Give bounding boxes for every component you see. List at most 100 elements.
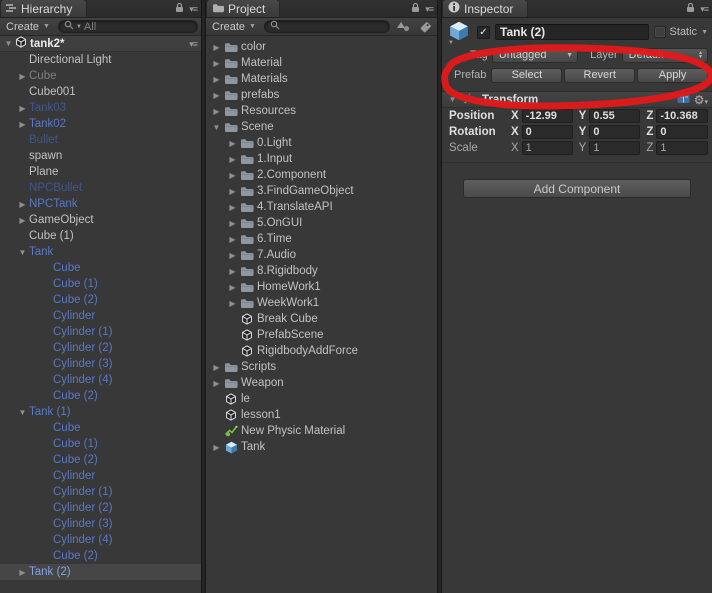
collapsed-triangle-icon[interactable]: ▶	[226, 171, 239, 180]
hierarchy-item-cylinder[interactable]: Cylinder	[0, 308, 201, 324]
hierarchy-item-cylinder[interactable]: Cylinder	[0, 468, 201, 484]
revert-button[interactable]: Revert	[564, 68, 635, 83]
collapsed-triangle-icon[interactable]: ▶	[210, 443, 223, 452]
hierarchy-item-tank[interactable]: ▼Tank	[0, 244, 201, 260]
collapsed-triangle-icon[interactable]: ▶	[226, 203, 239, 212]
collapsed-triangle-icon[interactable]: ▶	[16, 568, 29, 577]
expanded-triangle-icon[interactable]: ▼	[16, 408, 29, 417]
project-item-new-physic-material[interactable]: New Physic Material	[206, 423, 437, 439]
expanded-triangle-icon[interactable]: ▼	[446, 95, 459, 104]
hierarchy-item-cube[interactable]: Cube	[0, 420, 201, 436]
collapsed-triangle-icon[interactable]: ▶	[226, 139, 239, 148]
project-item-rigidbodyaddforce[interactable]: RigidbodyAddForce	[206, 343, 437, 359]
expanded-triangle-icon[interactable]: ▼	[2, 39, 15, 48]
tag-dropdown[interactable]: Untagged ▼	[492, 48, 578, 63]
position-x-field[interactable]: -12.99	[522, 109, 573, 123]
project-item-color[interactable]: ▶color	[206, 39, 437, 55]
project-item-1-input[interactable]: ▶1.Input	[206, 151, 437, 167]
hierarchy-item-cylinder-2[interactable]: Cylinder (2)	[0, 500, 201, 516]
project-item-material[interactable]: ▶Material	[206, 55, 437, 71]
project-item-6-time[interactable]: ▶6.Time	[206, 231, 437, 247]
project-item-prefabscene[interactable]: PrefabScene	[206, 327, 437, 343]
collapsed-triangle-icon[interactable]: ▶	[210, 379, 223, 388]
hierarchy-item-cylinder-4[interactable]: Cylinder (4)	[0, 532, 201, 548]
apply-button[interactable]: Apply	[637, 68, 708, 83]
project-item-le[interactable]: le	[206, 391, 437, 407]
collapsed-triangle-icon[interactable]: ▶	[210, 363, 223, 372]
project-item-7-audio[interactable]: ▶7.Audio	[206, 247, 437, 263]
collapsed-triangle-icon[interactable]: ▶	[210, 91, 223, 100]
lock-icon[interactable]	[686, 2, 695, 16]
scale-z-field[interactable]: 1	[656, 141, 708, 155]
hierarchy-item-cylinder-1[interactable]: Cylinder (1)	[0, 484, 201, 500]
rotation-z-field[interactable]: 0	[656, 125, 708, 139]
hierarchy-item-cylinder-4[interactable]: Cylinder (4)	[0, 372, 201, 388]
hierarchy-item-tank03[interactable]: ▶Tank03	[0, 100, 201, 116]
hierarchy-item-tank02[interactable]: ▶Tank02	[0, 116, 201, 132]
pane-menu-icon[interactable]: ▾≡	[425, 4, 433, 14]
hierarchy-item-cylinder-2[interactable]: Cylinder (2)	[0, 340, 201, 356]
hierarchy-item-cylinder-3[interactable]: Cylinder (3)	[0, 356, 201, 372]
tab-inspector[interactable]: Inspector	[442, 0, 528, 17]
collapsed-triangle-icon[interactable]: ▶	[210, 75, 223, 84]
project-item-lesson1[interactable]: lesson1	[206, 407, 437, 423]
project-item-2-component[interactable]: ▶2.Component	[206, 167, 437, 183]
hierarchy-item-cube-1[interactable]: Cube (1)	[0, 228, 201, 244]
pane-menu-icon[interactable]: ▾≡	[189, 4, 197, 14]
expanded-triangle-icon[interactable]: ▼	[210, 123, 223, 132]
scale-y-field[interactable]: 1	[589, 141, 640, 155]
tab-hierarchy[interactable]: Hierarchy	[0, 0, 87, 17]
hierarchy-item-plane[interactable]: Plane	[0, 164, 201, 180]
project-item-homework1[interactable]: ▶HomeWork1	[206, 279, 437, 295]
rotation-x-field[interactable]: 0	[522, 125, 573, 139]
add-component-button[interactable]: Add Component	[463, 179, 691, 198]
hierarchy-item-tank-2[interactable]: ▶Tank (2)	[0, 564, 201, 580]
project-item-0-light[interactable]: ▶0.Light	[206, 135, 437, 151]
hierarchy-item-npctank[interactable]: ▶NPCTank	[0, 196, 201, 212]
search-by-type-icon[interactable]	[395, 20, 412, 34]
layer-dropdown[interactable]: Default ▲▼	[622, 48, 708, 63]
hierarchy-item-gameobject[interactable]: ▶GameObject	[0, 212, 201, 228]
hierarchy-item-spawn[interactable]: spawn	[0, 148, 201, 164]
project-item-resources[interactable]: ▶Resources	[206, 103, 437, 119]
hierarchy-item-cylinder-1[interactable]: Cylinder (1)	[0, 324, 201, 340]
project-item-weapon[interactable]: ▶Weapon	[206, 375, 437, 391]
project-item-weekwork1[interactable]: ▶WeekWork1	[206, 295, 437, 311]
prefab-cube-icon[interactable]: ▼	[448, 21, 472, 43]
hierarchy-item-cube-2[interactable]: Cube (2)	[0, 548, 201, 564]
project-item-8-rigidbody[interactable]: ▶8.Rigidbody	[206, 263, 437, 279]
scale-x-field[interactable]: 1	[522, 141, 573, 155]
hierarchy-item-npcbullet[interactable]: NPCBullet	[0, 180, 201, 196]
hierarchy-item-cube-2[interactable]: Cube (2)	[0, 452, 201, 468]
transform-component-header[interactable]: ▼ Transform ⚙▾	[442, 91, 712, 108]
expanded-triangle-icon[interactable]: ▼	[16, 248, 29, 257]
collapsed-triangle-icon[interactable]: ▶	[226, 155, 239, 164]
project-item-scripts[interactable]: ▶Scripts	[206, 359, 437, 375]
select-button[interactable]: Select	[491, 68, 562, 83]
hierarchy-item-cube-2[interactable]: Cube (2)	[0, 388, 201, 404]
position-z-field[interactable]: -10.368	[656, 109, 708, 123]
search-by-label-icon[interactable]	[417, 20, 434, 34]
static-checkbox[interactable]	[654, 26, 666, 38]
collapsed-triangle-icon[interactable]: ▶	[210, 59, 223, 68]
gear-icon[interactable]: ⚙▾	[694, 93, 708, 107]
collapsed-triangle-icon[interactable]: ▶	[226, 267, 239, 276]
chevron-down-icon[interactable]: ▼	[448, 40, 454, 46]
collapsed-triangle-icon[interactable]: ▶	[226, 251, 239, 260]
project-item-3-findgameobject[interactable]: ▶3.FindGameObject	[206, 183, 437, 199]
project-search-input[interactable]	[264, 20, 390, 33]
collapsed-triangle-icon[interactable]: ▶	[210, 43, 223, 52]
hierarchy-item-directional-light[interactable]: Directional Light	[0, 52, 201, 68]
help-book-icon[interactable]	[677, 93, 690, 107]
hierarchy-item-cube-1[interactable]: Cube (1)	[0, 276, 201, 292]
project-item-5-ongui[interactable]: ▶5.OnGUI	[206, 215, 437, 231]
object-name-field[interactable]: Tank (2)	[495, 24, 649, 40]
rotation-y-field[interactable]: 0	[589, 125, 640, 139]
collapsed-triangle-icon[interactable]: ▶	[226, 219, 239, 228]
scene-menu-icon[interactable]: ▾≡	[189, 39, 197, 49]
collapsed-triangle-icon[interactable]: ▶	[226, 299, 239, 308]
hierarchy-item-cylinder-3[interactable]: Cylinder (3)	[0, 516, 201, 532]
collapsed-triangle-icon[interactable]: ▶	[16, 72, 29, 81]
scene-header[interactable]: ▼ tank2* ▾≡	[0, 36, 201, 52]
collapsed-triangle-icon[interactable]: ▶	[16, 120, 29, 129]
